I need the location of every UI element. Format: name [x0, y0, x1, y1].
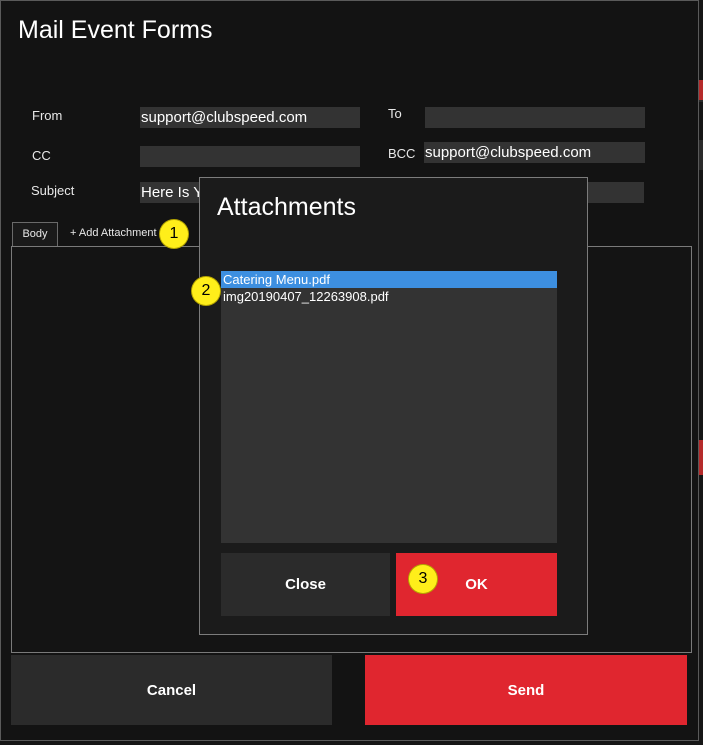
dialog-title: Attachments: [217, 193, 356, 221]
cc-label: CC: [32, 148, 51, 163]
close-button[interactable]: Close: [221, 553, 390, 616]
attachment-list[interactable]: Catering Menu.pdf img20190407_12263908.p…: [221, 271, 557, 543]
to-field[interactable]: [425, 107, 645, 128]
step-marker: 3: [409, 565, 437, 593]
from-field[interactable]: support@clubspeed.com: [140, 107, 360, 128]
cc-field[interactable]: [140, 146, 360, 167]
to-label: To: [388, 106, 402, 121]
bcc-label: BCC: [388, 146, 416, 161]
tab-body[interactable]: Body: [12, 222, 58, 246]
send-button[interactable]: Send: [365, 655, 687, 725]
subject-label: Subject: [31, 183, 75, 198]
background-app-fragment: [699, 440, 703, 475]
list-item[interactable]: img20190407_12263908.pdf: [221, 288, 557, 305]
step-marker: 1: [160, 220, 188, 248]
bcc-field[interactable]: support@clubspeed.com: [424, 142, 645, 163]
from-label: From: [32, 108, 63, 123]
background-app-fragment: [699, 80, 703, 100]
list-item[interactable]: Catering Menu.pdf: [221, 271, 557, 288]
cancel-button[interactable]: Cancel: [11, 655, 332, 725]
step-marker: 2: [192, 277, 220, 305]
add-attachment-button[interactable]: + Add Attachment: [70, 227, 157, 239]
window-title: Mail Event Forms: [18, 16, 213, 44]
background-app-fragment: [699, 140, 703, 170]
